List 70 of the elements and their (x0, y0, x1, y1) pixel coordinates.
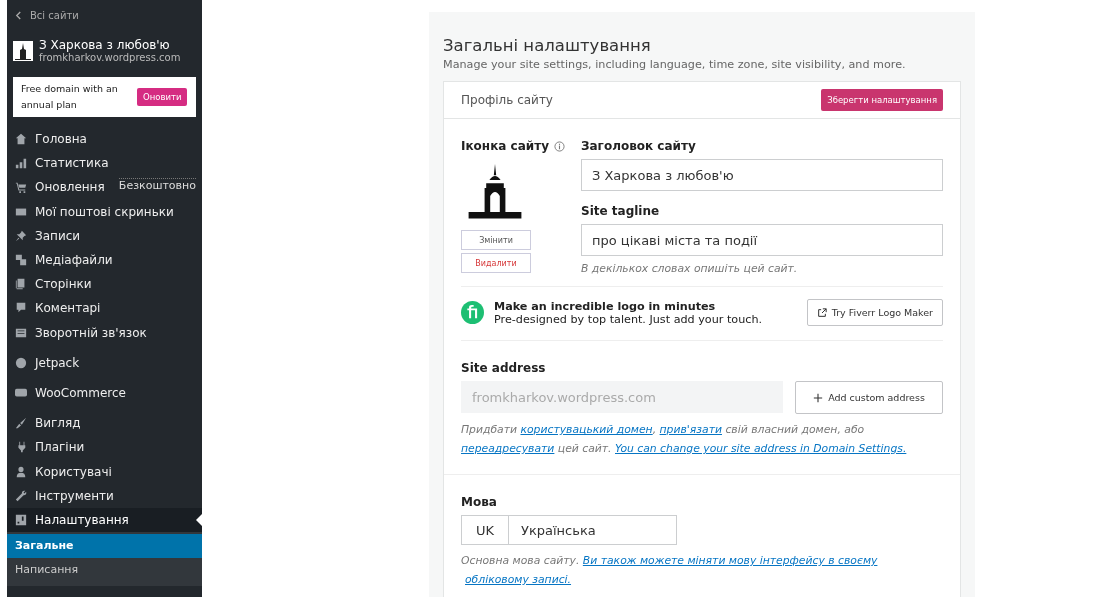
tagline-field[interactable]: про цікаві міста та події (581, 224, 943, 256)
menu-item[interactable]: Інструменти (7, 483, 202, 508)
field-label: Мова (461, 495, 498, 509)
menu-item[interactable]: Jetpack (7, 350, 202, 375)
logo-maker-button[interactable]: Try Fiverr Logo Maker (806, 299, 943, 326)
chevron-left-icon (15, 10, 22, 20)
field-label: Заголовок сайту (581, 139, 697, 153)
promo-title: Make an incredible logo in minutes (494, 299, 717, 313)
language-field[interactable]: UK Українська (461, 515, 677, 545)
upgrade-button[interactable]: Оновити (137, 88, 188, 106)
site-name: З Харкова з любов'ю (39, 38, 171, 52)
all-sites-link[interactable]: Всі сайти (7, 8, 202, 22)
form-icon (15, 326, 27, 339)
wrench-icon (15, 489, 27, 502)
user-icon (15, 465, 27, 478)
site-title-field[interactable]: З Харкова з любов'ю (581, 159, 943, 191)
help-link[interactable]: переадресувати (461, 439, 555, 458)
plus-icon (813, 392, 824, 403)
menu-item[interactable]: Записи (7, 223, 202, 248)
info-icon[interactable] (553, 140, 565, 152)
media-icon (15, 254, 27, 267)
help-link[interactable]: Ви також можете міняти мову інтерфейсу в своєму (582, 551, 878, 570)
cart-icon (15, 181, 27, 194)
menu-item[interactable]: Коментарі (7, 296, 202, 321)
external-link-icon (816, 307, 827, 318)
menu-item[interactable]: Оновлення Безкоштовно (7, 175, 202, 200)
promo-text: Free domain with an annual plan (21, 82, 119, 112)
menu-item[interactable]: Статистика (7, 151, 202, 176)
menu-item[interactable]: Зворотній зв'язок (7, 320, 202, 345)
submenu-item[interactable]: Написання (7, 558, 202, 582)
field-label: Site address (461, 361, 547, 375)
site-icon (13, 40, 33, 62)
logo-maker-icon (461, 301, 484, 324)
site-url: fromkharkov.wordpress.com (39, 52, 181, 63)
settings-icon (15, 513, 27, 526)
menu-item[interactable]: Вигляд (7, 411, 202, 436)
menu-item[interactable]: Сторінки (7, 272, 202, 297)
field-label: Іконка сайту (461, 139, 549, 153)
save-button[interactable]: Зберегти налаштування (821, 89, 943, 111)
menu-item[interactable]: Плагіни (7, 435, 202, 460)
help-link[interactable]: You can change your site address in Domain Settings. (615, 439, 907, 458)
help-text: Основна мова сайту. Ви також можете міняти мову інтерфейсу в своєму обліковому записі. (461, 551, 943, 589)
field-hint: В декількох словах опишіть цей сайт. (581, 262, 799, 275)
menu-item[interactable]: Налаштування (7, 507, 202, 532)
card-title: Профіль сайту (461, 93, 553, 107)
add-address-button[interactable]: Add custom address (795, 381, 943, 414)
help-link[interactable]: користувацький домен (520, 420, 653, 439)
menu-item[interactable]: WooCommerce (7, 380, 202, 406)
remove-icon-button[interactable]: Видалити (461, 253, 531, 273)
field-label: Site tagline (581, 204, 661, 218)
menu-item[interactable]: Мої поштові скриньки (7, 199, 202, 224)
submenu-item[interactable]: Загальне (7, 534, 202, 558)
menu-item[interactable]: Користувачі (7, 459, 202, 484)
promo-description: Pre-designed by top talent. Just add your touch. (494, 312, 764, 326)
menu-item[interactable]: Головна (7, 127, 202, 152)
page-subtitle: Manage your site settings, including language, time zone, site visibility, and more. (443, 58, 907, 71)
plug-icon (15, 441, 27, 454)
free-badge: Безкоштовно (118, 178, 196, 193)
change-icon-button[interactable]: Змінити (461, 230, 531, 250)
comment-icon (15, 302, 27, 315)
help-link[interactable]: прив'язати (659, 420, 722, 439)
pages-icon (15, 278, 27, 291)
pin-icon (15, 229, 27, 242)
stats-icon (15, 157, 27, 170)
brush-icon (15, 417, 27, 430)
home-icon (15, 133, 27, 146)
help-link[interactable]: обліковому записі. (465, 570, 572, 589)
menu-item[interactable]: Медіафайли (7, 247, 202, 273)
page-title: Загальні налаштування (443, 36, 652, 55)
help-text: Придбати користувацький домен, прив'язати свій власний домен, або переадресувати цей сайт. You can change your site address in Domain Settings. (461, 420, 943, 458)
